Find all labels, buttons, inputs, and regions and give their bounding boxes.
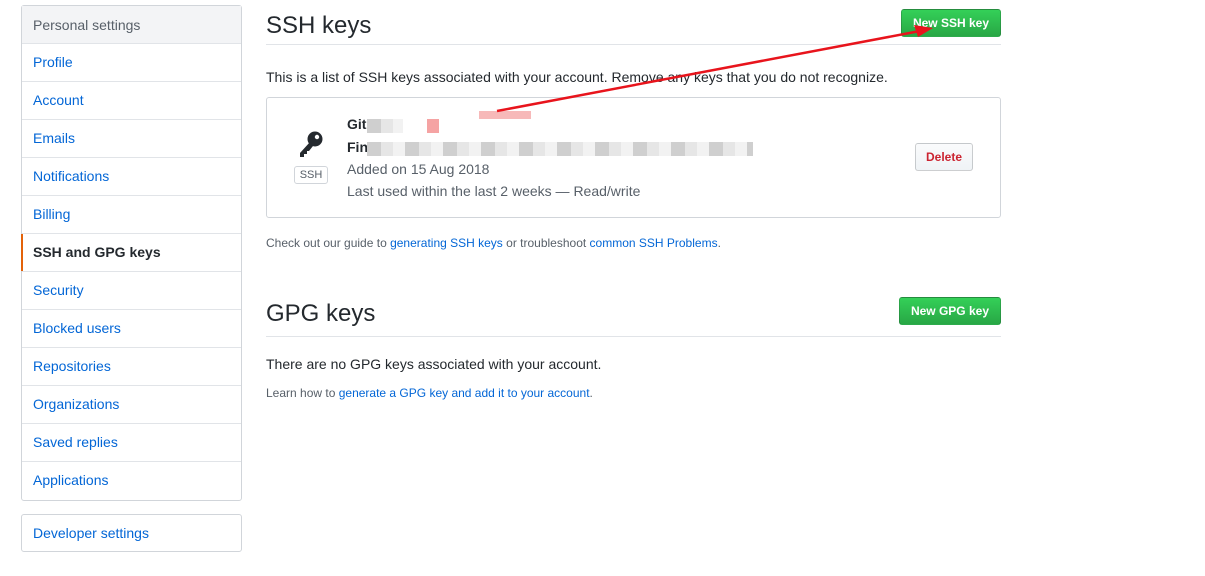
ssh-key-added-date: Added on 15 Aug 2018 [347,161,490,177]
gpg-learn-suffix: . [589,386,593,400]
generating-ssh-keys-link[interactable]: generating SSH keys [390,236,503,250]
generate-gpg-key-link[interactable]: generate a GPG key and add it to your ac… [339,386,590,400]
key-icon [300,131,323,157]
sidebar-item-applications[interactable]: Applications [22,462,241,500]
key-icon-group: SSH [294,130,328,184]
ssh-guide-middle: or troubleshoot [502,236,590,250]
sidebar-item-account[interactable]: Account [22,82,241,120]
developer-settings-box: Developer settings [21,514,242,552]
common-ssh-problems-link[interactable]: common SSH Problems [590,236,718,250]
sidebar-header: Personal settings [22,6,241,44]
delete-ssh-key-button[interactable]: Delete [915,143,973,171]
ssh-keys-description: This is a list of SSH keys associated wi… [266,69,888,85]
gpg-empty-text: There are no GPG keys associated with yo… [266,356,602,372]
gpg-learn-prefix: Learn how to [266,386,339,400]
gpg-learn-note: Learn how to generate a GPG key and add … [266,386,593,400]
ssh-key-fingerprint: Fin [347,139,368,155]
settings-sidebar: Personal settings Profile Account Emails… [21,5,242,501]
redacted-mark [427,119,439,133]
ssh-guide-prefix: Check out our guide to [266,236,391,250]
sidebar-item-notifications[interactable]: Notifications [22,158,241,196]
sidebar-item-emails[interactable]: Emails [22,120,241,158]
gpg-keys-header: GPG keys New GPG key [266,296,1001,337]
ssh-keys-title: SSH keys [266,12,372,39]
redacted-key-title [367,119,403,133]
ssh-guide-suffix: . [717,236,721,250]
ssh-type-badge: SSH [294,166,328,184]
sidebar-item-repositories[interactable]: Repositories [22,348,241,386]
ssh-key-title: Git [347,116,367,132]
redacted-mark [479,111,531,119]
sidebar-item-developer-settings[interactable]: Developer settings [22,515,241,551]
ssh-guide-note: Check out our guide to generating SSH ke… [266,236,721,250]
new-gpg-key-button[interactable]: New GPG key [898,297,1001,325]
sidebar-item-organizations[interactable]: Organizations [22,386,241,424]
new-ssh-key-button[interactable]: New SSH key [900,9,1001,37]
sidebar-item-billing[interactable]: Billing [22,196,241,234]
gpg-keys-title: GPG keys [266,300,376,327]
ssh-key-last-used: Last used within the last 2 weeks — Read… [347,183,641,199]
sidebar-item-profile[interactable]: Profile [22,44,241,82]
ssh-key-item: SSH Git Fin Added on 15 Aug 2018 Last us… [266,97,1001,218]
sidebar-item-security[interactable]: Security [22,272,241,310]
sidebar-item-blocked-users[interactable]: Blocked users [22,310,241,348]
sidebar-item-saved-replies[interactable]: Saved replies [22,424,241,462]
ssh-keys-header: SSH keys New SSH key [266,8,1001,45]
redacted-fingerprint [367,142,753,156]
sidebar-item-ssh-gpg-keys[interactable]: SSH and GPG keys [21,234,241,272]
